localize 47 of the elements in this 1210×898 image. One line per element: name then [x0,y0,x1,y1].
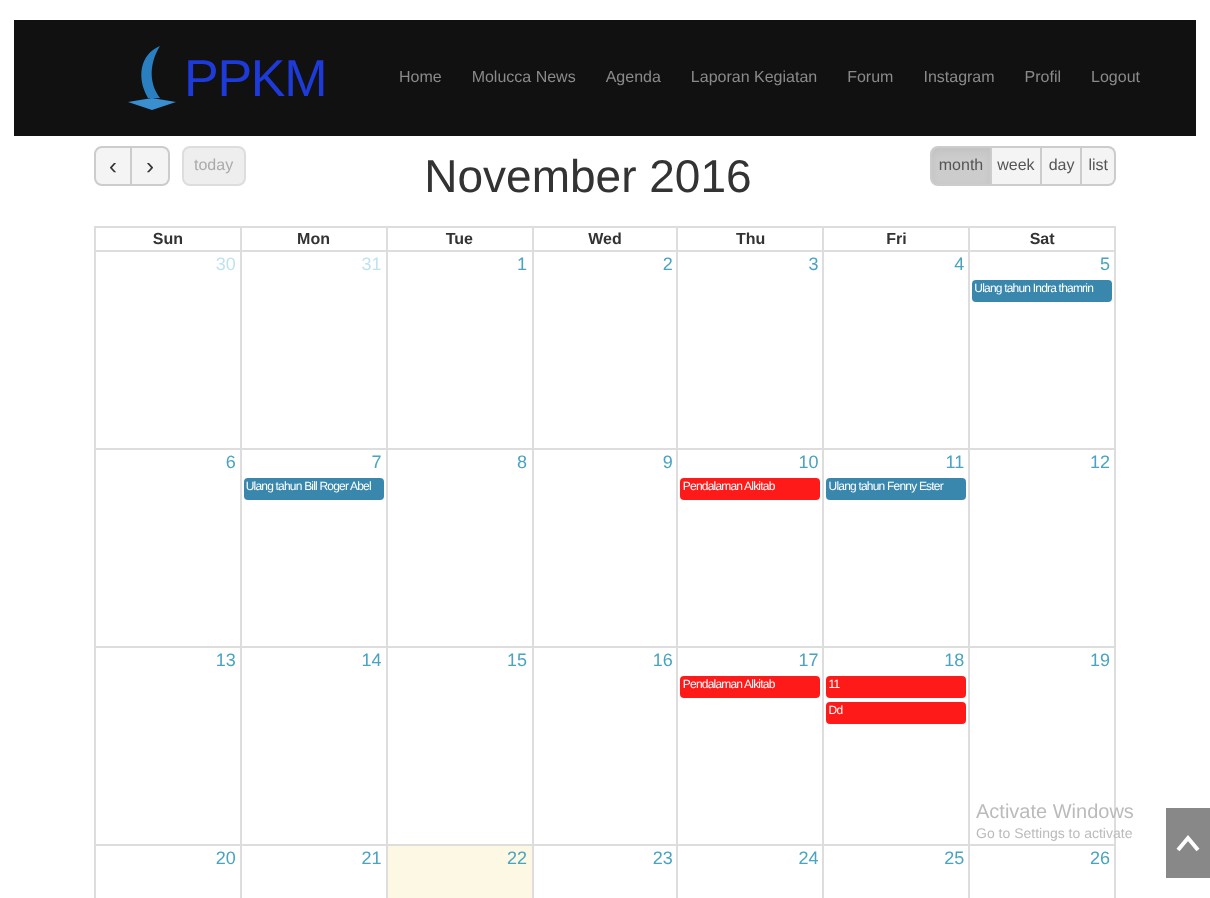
day-number: 4 [954,254,967,276]
day-number: 13 [215,650,238,672]
chevron-up-icon [1176,834,1200,852]
day-number: 21 [361,848,384,870]
day-number: 18 [944,650,967,672]
day-number: 26 [1089,848,1112,870]
view-tab[interactable]: day [1042,146,1083,186]
activation-title: Activate Windows [976,800,1134,826]
logo-text: PPKM [184,52,327,104]
day-number: 10 [798,452,821,474]
day-number: 7 [371,452,384,474]
day-number: 14 [361,650,384,672]
day-number: 22 [507,848,530,870]
day-number: 23 [652,848,675,870]
nav-link[interactable]: Home [398,66,442,90]
nav-link[interactable]: Profil [1024,66,1062,90]
scroll-top-button[interactable] [1166,808,1210,878]
day-number: 25 [944,848,967,870]
day-number: 8 [517,452,530,474]
view-tab[interactable]: week [991,146,1043,186]
next-button[interactable]: › [132,146,170,186]
view-tab[interactable]: list [1082,146,1116,186]
nav-link[interactable]: Molucca News [471,66,576,90]
day-number: 15 [507,650,530,672]
day-number: 3 [808,254,821,276]
nav-link[interactable]: Forum [847,66,894,90]
day-number: 30 [215,254,238,276]
day-number: 16 [652,650,675,672]
prev-button[interactable]: ‹ [94,146,132,186]
day-number: 9 [662,452,675,474]
calendar-title: November 2016 [422,154,754,200]
day-number: 17 [798,650,821,672]
day-number: 2 [662,254,675,276]
day-number: 31 [361,254,384,276]
nav-link[interactable]: Laporan Kegiatan [690,66,818,90]
day-number: 20 [215,848,238,870]
day-number: 5 [1099,254,1112,276]
day-number: 6 [225,452,238,474]
day-number: 12 [1089,452,1112,474]
day-number: 19 [1089,650,1112,672]
view-tab[interactable]: month [930,146,992,186]
nav-link[interactable]: Agenda [605,66,661,90]
day-number: 24 [798,848,821,870]
nav-link[interactable]: Logout [1091,66,1140,90]
day-number: 11 [945,452,967,474]
day-number: 1 [517,254,530,276]
nav-link[interactable]: Instagram [923,66,995,90]
